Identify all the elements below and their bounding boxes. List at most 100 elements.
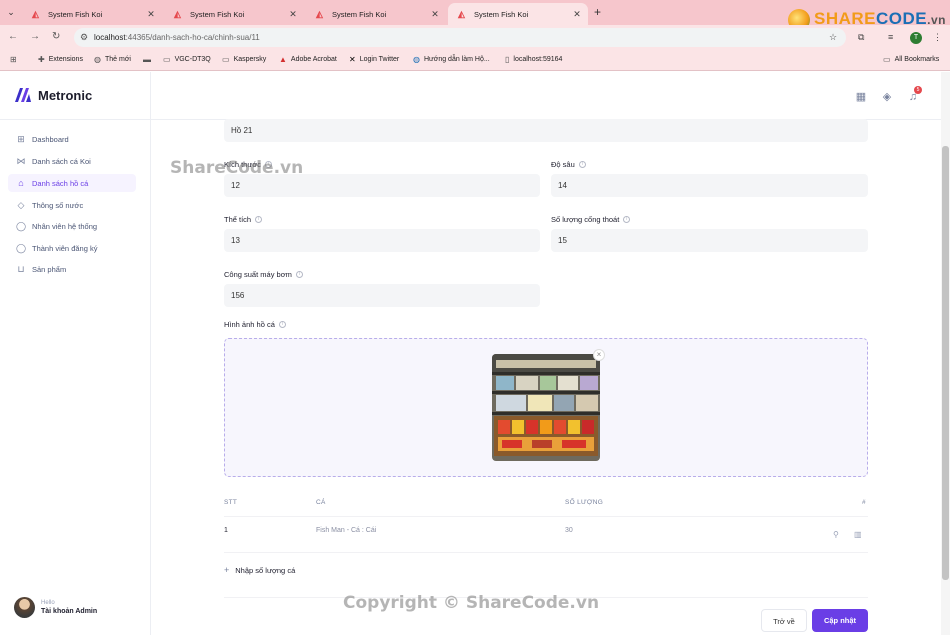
favicon-icon: ◭ <box>32 9 39 19</box>
tab-title: System Fish Koi <box>474 9 529 19</box>
metronic-logo-icon <box>15 88 31 102</box>
forward-icon[interactable]: → <box>30 31 40 42</box>
sidebar-item-pond-list[interactable]: ⌂ Danh sách hồ cá <box>8 174 136 192</box>
depth-input[interactable]: 14 <box>551 174 868 197</box>
app-header <box>0 72 950 120</box>
tab-title: System Fish Koi <box>332 9 387 19</box>
close-tab-icon[interactable]: ✕ <box>288 9 298 20</box>
fish-icon: ⋈ <box>16 155 26 166</box>
avatar <box>14 597 35 618</box>
profile-avatar[interactable]: T <box>910 32 922 44</box>
watermark-top: ShareCode.vn <box>170 158 304 178</box>
col-header-actions: # <box>862 499 866 506</box>
col-header-fish: CÁ <box>316 499 326 506</box>
back-icon[interactable]: ← <box>8 31 18 42</box>
edit-user-icon[interactable]: ⚲ <box>833 530 839 539</box>
favicon-icon: ◭ <box>458 9 465 19</box>
folder-icon: ▭ <box>222 55 230 64</box>
sidebar-item-members[interactable]: ◯ Thành viên đăng ký <box>8 239 136 257</box>
url-text[interactable]: localhost:44365/danh-sach-ho-ca/chinh-su… <box>94 33 260 42</box>
user-hello: Hello <box>41 600 55 606</box>
pond-image-preview <box>492 354 600 461</box>
globe-icon: ◍ <box>94 55 101 64</box>
bookmark-star-icon[interactable]: ☆ <box>829 32 837 43</box>
extensions-icon[interactable]: ⧉ <box>858 32 864 43</box>
folder-icon: ▭ <box>883 55 891 64</box>
tab-search-icon[interactable]: ⌄ <box>4 5 18 19</box>
browser-tab-active[interactable]: ◭ System Fish Koi ✕ <box>448 3 588 25</box>
back-button[interactable]: Trở về <box>761 609 807 632</box>
pump-input[interactable]: 156 <box>224 284 540 307</box>
image-label: Hình ảnh hồ cá i <box>224 320 286 329</box>
sidebar-item-water-params[interactable]: ◇ Thông số nước <box>8 196 136 214</box>
row-fish: Fish Man - Cá : Cái <box>316 527 377 534</box>
close-tab-icon[interactable]: ✕ <box>430 9 440 20</box>
favicon-icon: ◭ <box>316 9 323 19</box>
trash-icon[interactable]: ▥ <box>854 530 862 539</box>
media-icon[interactable]: ≡ <box>888 32 893 42</box>
table-divider <box>224 516 868 517</box>
close-tab-icon[interactable]: ✕ <box>146 9 156 20</box>
drains-input[interactable]: 15 <box>551 229 868 252</box>
calendar-icon[interactable]: ▦ <box>854 90 868 104</box>
sidebar-item-products[interactable]: ⊔ Sản phẩm <box>8 260 136 278</box>
acrobat-icon: ▲ <box>279 55 287 64</box>
page-icon: ▯ <box>505 55 510 64</box>
reload-icon[interactable]: ↻ <box>52 31 60 42</box>
bookmark-favicon-icon: ▬ <box>143 55 151 64</box>
bookmark-item[interactable]: ▭ VGC-DT3Q <box>163 55 211 64</box>
menu-icon[interactable]: ⋮ <box>933 32 942 43</box>
puzzle-icon: ✚ <box>38 55 45 64</box>
brand-name: Metronic <box>38 87 93 103</box>
info-icon: i <box>295 271 303 278</box>
close-tab-icon[interactable]: ✕ <box>572 9 582 20</box>
user-box[interactable]: Hello Tài khoản Admin <box>14 597 97 618</box>
bookmark-item[interactable]: ▲ Adobe Acrobat <box>279 55 337 64</box>
bookmark-item[interactable]: ✕ Login Twitter <box>349 55 399 64</box>
basket-icon: ⊔ <box>17 263 25 274</box>
new-tab-button[interactable]: + <box>594 5 601 19</box>
sidebar-item-staff[interactable]: ◯ Nhân viên hệ thống <box>8 217 136 235</box>
bank-icon: ⌂ <box>18 178 24 188</box>
pond-name-input[interactable]: Hồ 21 <box>224 119 868 142</box>
site-info-icon[interactable]: ⚙ <box>80 32 88 43</box>
watermark-bottom: Copyright © ShareCode.vn <box>343 593 600 613</box>
info-icon: i <box>278 321 286 328</box>
sidebar-divider <box>150 72 151 635</box>
browser-tab[interactable]: ◭ System Fish Koi ✕ <box>22 3 162 25</box>
info-icon: i <box>255 216 263 223</box>
sidebar-item-dashboard[interactable]: ⊞ Dashboard <box>8 130 136 148</box>
info-icon: i <box>623 216 631 223</box>
scrollbar-thumb[interactable] <box>942 146 949 580</box>
bookmark-item[interactable]: ✚ Extensions <box>38 55 83 64</box>
tab-title: System Fish Koi <box>48 9 103 19</box>
all-bookmarks[interactable]: ▭ All Bookmarks <box>883 55 939 64</box>
browser-tab[interactable]: ◭ System Fish Koi ✕ <box>306 3 446 25</box>
plus-icon: + <box>224 565 230 575</box>
x-icon: ✕ <box>349 55 356 64</box>
brand[interactable]: Metronic <box>14 87 92 103</box>
bookmark-item[interactable]: ▭ Kaspersky <box>222 55 266 64</box>
remove-image-button[interactable]: × <box>593 349 605 361</box>
volume-input[interactable]: 13 <box>224 229 540 252</box>
user-icon: ◯ <box>16 242 27 253</box>
user-icon: ◯ <box>16 220 27 231</box>
bookmark-item[interactable]: ◍ Thẻ mới <box>94 55 131 64</box>
bookmark-item[interactable]: ▯ localhost:59164 <box>505 55 562 64</box>
notification-badge: 5 <box>914 86 922 94</box>
globe-icon: ◍ <box>413 55 420 64</box>
depth-label: Độ sâu i <box>551 160 586 169</box>
bookmark-item[interactable]: ◍ Hướng dẫn làm Hộ... <box>413 55 490 64</box>
apps-icon[interactable]: ⊞ <box>10 55 17 64</box>
user-name: Tài khoản Admin <box>41 608 98 615</box>
volume-label: Thể tích i <box>224 215 263 224</box>
bookmark-item[interactable]: ▬ <box>143 55 151 64</box>
drains-label: Số lượng cống thoát i <box>551 215 631 224</box>
layers-icon[interactable]: ◈ <box>880 90 894 104</box>
folder-icon: ▭ <box>163 55 171 64</box>
update-button[interactable]: Cập nhật <box>812 609 868 632</box>
sidebar-item-koi-list[interactable]: ⋈ Danh sách cá Koi <box>8 152 136 170</box>
tab-title: System Fish Koi <box>190 9 245 19</box>
add-fish-quantity-link[interactable]: + Nhập số lượng cá <box>224 565 295 575</box>
browser-tab[interactable]: ◭ System Fish Koi ✕ <box>164 3 304 25</box>
